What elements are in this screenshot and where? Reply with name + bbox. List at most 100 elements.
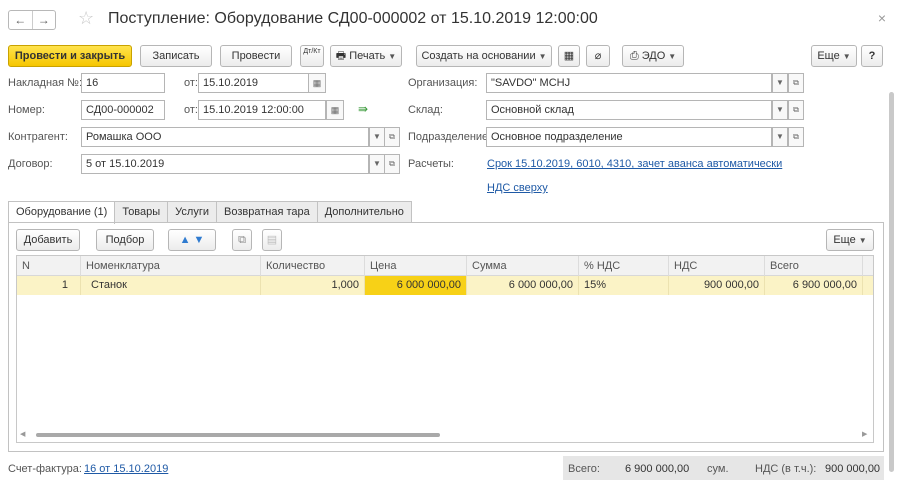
cell-price[interactable]: 6 000 000,00 [365, 276, 467, 295]
col-header-n[interactable]: N [17, 256, 81, 276]
tab-services[interactable]: Услуги [167, 201, 217, 223]
add-row-button[interactable]: Добавить [16, 229, 80, 251]
paste-icon[interactable]: ▤ [262, 229, 282, 251]
table-header: N Номенклатура Количество Цена Сумма % Н… [17, 256, 873, 276]
invoice-date-label: от: [184, 77, 198, 89]
totals-bar: Всего: 6 900 000,00 сум. НДС (в т.ч.): 9… [563, 456, 884, 480]
warehouse-open-icon[interactable]: ⧉ [788, 100, 804, 120]
edo-label: ЭДО [641, 50, 666, 62]
settlements-label: Расчеты: [408, 158, 454, 170]
post-button[interactable]: Провести [220, 45, 292, 67]
arrow-up-icon[interactable]: ▲ [180, 234, 191, 246]
calendar-icon[interactable]: ▦ [308, 73, 326, 93]
cell-n[interactable]: 1 [17, 276, 81, 295]
close-icon[interactable]: × [878, 10, 886, 26]
contractor-field[interactable]: Ромашка ООО [81, 127, 369, 147]
cell-sum[interactable]: 6 000 000,00 [467, 276, 579, 295]
organization-open-icon[interactable]: ⧉ [788, 73, 804, 93]
horizontal-scrollbar[interactable]: ◀ ▶ [20, 430, 870, 440]
post-and-close-button[interactable]: Провести и закрыть [8, 45, 132, 67]
division-open-icon[interactable]: ⧉ [788, 127, 804, 147]
scrollbar-thumb[interactable] [36, 433, 440, 437]
document-flow-icon[interactable]: ⇛ [358, 102, 368, 116]
number-date-label: от: [184, 104, 198, 116]
more-button[interactable]: Еще ▼ [811, 45, 857, 67]
calendar-icon[interactable]: ▦ [326, 100, 344, 120]
total-value: 6 900 000,00 [625, 463, 690, 475]
chevron-down-icon: ▼ [842, 52, 851, 61]
printer-icon: 🖶 [335, 50, 347, 62]
structure-icon[interactable]: ▦ [558, 45, 580, 67]
select-button[interactable]: Подбор [96, 229, 154, 251]
col-header-vat[interactable]: НДС [669, 256, 765, 276]
warehouse-label: Склад: [408, 104, 443, 116]
col-header-total[interactable]: Всего [765, 256, 863, 276]
tab-bar: Оборудование (1) Товары Услуги Возвратна… [8, 201, 412, 224]
settlements-link[interactable]: Срок 15.10.2019, 6010, 4310, зачет аванс… [487, 158, 782, 170]
tab-goods[interactable]: Товары [114, 201, 169, 223]
col-header-item[interactable]: Номенклатура [81, 256, 261, 276]
scroll-left-icon[interactable]: ◀ [20, 430, 25, 438]
copy-icon[interactable]: ⧉ [232, 229, 252, 251]
edo-icon: ⎙ [629, 50, 639, 62]
back-arrow-icon[interactable]: ← [9, 11, 33, 29]
create-based-on-label: Создать на основании [421, 50, 536, 62]
favorite-star-icon[interactable]: ☆ [78, 8, 94, 29]
dt-kt-button[interactable]: Дт/Кт [300, 45, 324, 67]
organization-field[interactable]: "SAVDO" MCHJ [486, 73, 772, 93]
contract-dropdown-icon[interactable]: ▼ [369, 154, 385, 174]
col-header-quantity[interactable]: Количество [261, 256, 365, 276]
invoice-link[interactable]: 16 от 15.10.2019 [84, 463, 168, 475]
print-button[interactable]: 🖶 Печать ▼ [330, 45, 402, 67]
invoice-date-field[interactable]: 15.10.2019 [198, 73, 326, 93]
table-more-button[interactable]: Еще ▼ [826, 229, 874, 251]
col-header-sum[interactable]: Сумма [467, 256, 579, 276]
help-button[interactable]: ? [861, 45, 883, 67]
tab-additional[interactable]: Дополнительно [316, 201, 412, 223]
col-header-price[interactable]: Цена [365, 256, 467, 276]
chevron-down-icon: ▼ [388, 52, 397, 61]
tab-returnable-packaging[interactable]: Возвратная тара [216, 201, 318, 223]
cell-quantity[interactable]: 1,000 [261, 276, 365, 295]
number-field[interactable]: СД00-000002 [81, 100, 165, 120]
tab-equipment[interactable]: Оборудование (1) [8, 201, 116, 224]
division-dropdown-icon[interactable]: ▼ [772, 127, 788, 147]
table-row[interactable]: 1 Станок 1,000 6 000 000,00 6 000 000,00… [17, 276, 873, 295]
cell-vat-rate[interactable]: 15% [579, 276, 669, 295]
forward-arrow-icon[interactable]: → [33, 11, 56, 29]
vertical-scrollbar-thumb[interactable] [889, 92, 894, 472]
warehouse-dropdown-icon[interactable]: ▼ [772, 100, 788, 120]
edo-button[interactable]: ⎙ ЭДО ▼ [622, 45, 684, 67]
cell-total[interactable]: 6 900 000,00 [765, 276, 863, 295]
vat-total-value: 900 000,00 [825, 463, 881, 475]
contract-open-icon[interactable]: ⧉ [384, 154, 400, 174]
scroll-right-icon[interactable]: ▶ [862, 430, 867, 438]
contractor-open-icon[interactable]: ⧉ [384, 127, 400, 147]
chevron-down-icon: ▼ [538, 52, 547, 61]
col-header-vat-rate[interactable]: % НДС [579, 256, 669, 276]
create-based-on-button[interactable]: Создать на основании ▼ [416, 45, 552, 67]
contractor-dropdown-icon[interactable]: ▼ [369, 127, 385, 147]
number-label: Номер: [8, 104, 45, 116]
cell-vat[interactable]: 900 000,00 [669, 276, 765, 295]
chevron-down-icon: ▼ [858, 236, 867, 245]
division-field[interactable]: Основное подразделение [486, 127, 772, 147]
cell-item[interactable]: Станок [81, 276, 261, 295]
invoice-number-label: Накладная №: [8, 77, 83, 89]
equipment-table: N Номенклатура Количество Цена Сумма % Н… [16, 255, 874, 443]
chevron-down-icon: ▼ [668, 52, 677, 61]
attachment-icon[interactable]: ⌀ [586, 45, 610, 67]
move-buttons: ▲ ▼ [168, 229, 216, 251]
vat-link[interactable]: НДС сверху [487, 182, 548, 194]
warehouse-field[interactable]: Основной склад [486, 100, 772, 120]
save-button[interactable]: Записать [140, 45, 212, 67]
number-date-field[interactable]: 15.10.2019 12:00:00 [198, 100, 326, 120]
nav-buttons: ← → [8, 10, 56, 30]
vertical-scrollbar[interactable] [888, 40, 896, 480]
organization-dropdown-icon[interactable]: ▼ [772, 73, 788, 93]
invoice-number-field[interactable]: 16 [81, 73, 165, 93]
contract-field[interactable]: 5 от 15.10.2019 [81, 154, 369, 174]
window-title: Поступление: Оборудование СД00-000002 от… [108, 10, 598, 27]
arrow-down-icon[interactable]: ▼ [194, 234, 205, 246]
contract-label: Договор: [8, 158, 53, 170]
